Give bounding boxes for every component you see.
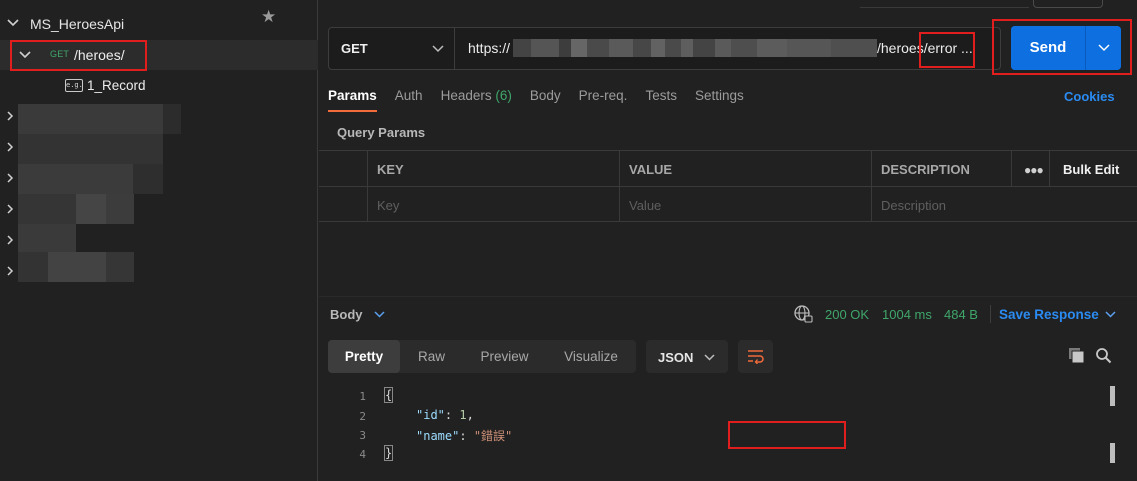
sidebar: MS_HeroesApi ★ GET /heroes/ e.g. 1_Recor… <box>0 0 318 481</box>
bulk-edit-button[interactable]: Bulk Edit <box>1049 151 1137 186</box>
sidebar-item-example[interactable] <box>0 72 318 100</box>
redacted-url <box>513 39 877 57</box>
highlight-box-send <box>992 19 1132 75</box>
wrap-icon <box>748 350 764 364</box>
description-field[interactable]: Description <box>871 187 1137 222</box>
top-tab-strip <box>860 0 1029 8</box>
url-prefix: https:// <box>468 40 511 56</box>
tab-auth[interactable]: Auth <box>395 88 423 108</box>
code-close-brace: } <box>383 445 394 461</box>
value-column-header: VALUE <box>619 151 871 186</box>
highlight-box-request <box>10 40 147 71</box>
scrollbar-thumb[interactable] <box>1110 443 1115 463</box>
code-open-brace: { <box>383 387 394 403</box>
description-header: DESCRIPTION <box>881 162 970 177</box>
example-icon: e.g. <box>65 79 83 92</box>
request-panel: GET https:// /heroes/error ... Send Para… <box>319 0 1137 481</box>
top-toggle[interactable] <box>1033 0 1103 8</box>
chevron-right-icon[interactable] <box>5 235 15 245</box>
bulk-edit-label: Bulk Edit <box>1063 162 1120 177</box>
tab-tests[interactable]: Tests <box>645 88 677 108</box>
search-icon[interactable] <box>1095 347 1112 364</box>
response-view-tabs: Pretty Raw Preview Visualize <box>328 340 636 373</box>
star-icon[interactable]: ★ <box>261 7 276 27</box>
tab-headers-label: Headers <box>440 88 492 103</box>
tab-preview[interactable]: Preview <box>463 340 546 373</box>
chevron-down-icon[interactable] <box>374 310 385 319</box>
response-header-bar: Body 200 OK 1004 ms 484 B Save Response <box>319 296 1137 330</box>
description-column-header: DESCRIPTION <box>871 151 1011 186</box>
highlight-box-name <box>728 421 846 449</box>
tab-body[interactable]: Body <box>530 88 561 108</box>
chevron-right-icon[interactable] <box>5 173 15 183</box>
tab-pretty[interactable]: Pretty <box>328 340 400 373</box>
description-placeholder: Description <box>881 198 947 213</box>
value-header: VALUE <box>629 162 673 177</box>
more-options-button[interactable]: ●●● <box>1011 151 1049 186</box>
method-label: GET <box>341 41 368 56</box>
cookies-link[interactable]: Cookies <box>1064 89 1115 104</box>
chevron-down-icon[interactable] <box>7 17 19 29</box>
highlight-box-url <box>919 32 975 68</box>
value-field[interactable]: Value <box>619 187 871 222</box>
json-key-name: "name" <box>416 429 460 443</box>
chevron-right-icon[interactable] <box>5 266 15 276</box>
code-line-name: "name": "錯誤" <box>416 429 513 443</box>
line-number: 1 <box>359 390 366 403</box>
tab-headers-count: (6) <box>495 88 512 103</box>
query-params-table: KEY VALUE DESCRIPTION ●●● Bulk Edit Key … <box>319 150 1137 222</box>
key-header: KEY <box>377 162 404 177</box>
save-response-button[interactable]: Save Response <box>999 307 1099 322</box>
language-label: JSON <box>658 350 694 365</box>
request-tabs: Params Auth Headers (6) Body Pre-req. Te… <box>328 88 762 112</box>
tab-params[interactable]: Params <box>328 88 377 112</box>
more-dots-icon: ●●● <box>1024 163 1044 177</box>
divider <box>990 305 991 323</box>
response-body-label[interactable]: Body <box>330 307 363 322</box>
tab-headers[interactable]: Headers (6) <box>441 88 512 108</box>
code-line-id: "id": 1, <box>416 408 474 422</box>
json-key-id: "id" <box>416 408 445 422</box>
json-value-name: "錯誤" <box>473 429 513 443</box>
chevron-right-icon[interactable] <box>5 142 15 152</box>
line-number: 4 <box>359 448 366 461</box>
scrollbar-thumb[interactable] <box>1110 386 1115 406</box>
method-select[interactable]: GET <box>329 28 455 69</box>
table-row: Key Value Description <box>319 187 1137 223</box>
response-size[interactable]: 484 B <box>944 307 978 322</box>
chevron-right-icon[interactable] <box>5 111 15 121</box>
chevron-down-icon[interactable] <box>1105 310 1116 319</box>
tab-visualize[interactable]: Visualize <box>546 340 636 373</box>
line-number: 3 <box>359 429 366 442</box>
example-name[interactable]: 1_Record <box>87 78 146 93</box>
response-time[interactable]: 1004 ms <box>882 307 932 322</box>
request-url-bar: GET https:// /heroes/error ... <box>328 27 1001 70</box>
query-params-title: Query Params <box>337 125 426 140</box>
value-placeholder: Value <box>629 198 662 213</box>
table-header-row: KEY VALUE DESCRIPTION ●●● Bulk Edit <box>319 151 1137 187</box>
wrap-lines-button[interactable] <box>738 340 773 373</box>
key-field[interactable]: Key <box>367 187 619 222</box>
chevron-right-icon[interactable] <box>5 204 15 214</box>
key-placeholder: Key <box>377 198 400 213</box>
copy-icon[interactable] <box>1068 347 1085 364</box>
line-number: 2 <box>359 410 366 423</box>
redacted-folder-names <box>18 104 184 282</box>
response-status[interactable]: 200 OK <box>825 307 869 322</box>
chevron-down-icon <box>704 354 715 361</box>
tab-settings[interactable]: Settings <box>695 88 744 108</box>
language-select[interactable]: JSON <box>646 340 728 373</box>
tab-raw[interactable]: Raw <box>400 340 463 373</box>
json-value-id: 1 <box>459 408 467 422</box>
globe-lock-icon[interactable] <box>793 304 813 324</box>
key-column-header: KEY <box>367 151 619 186</box>
tab-pre-request[interactable]: Pre-req. <box>579 88 628 108</box>
collection-name[interactable]: MS_HeroesApi <box>30 16 124 32</box>
chevron-down-icon <box>432 45 444 53</box>
